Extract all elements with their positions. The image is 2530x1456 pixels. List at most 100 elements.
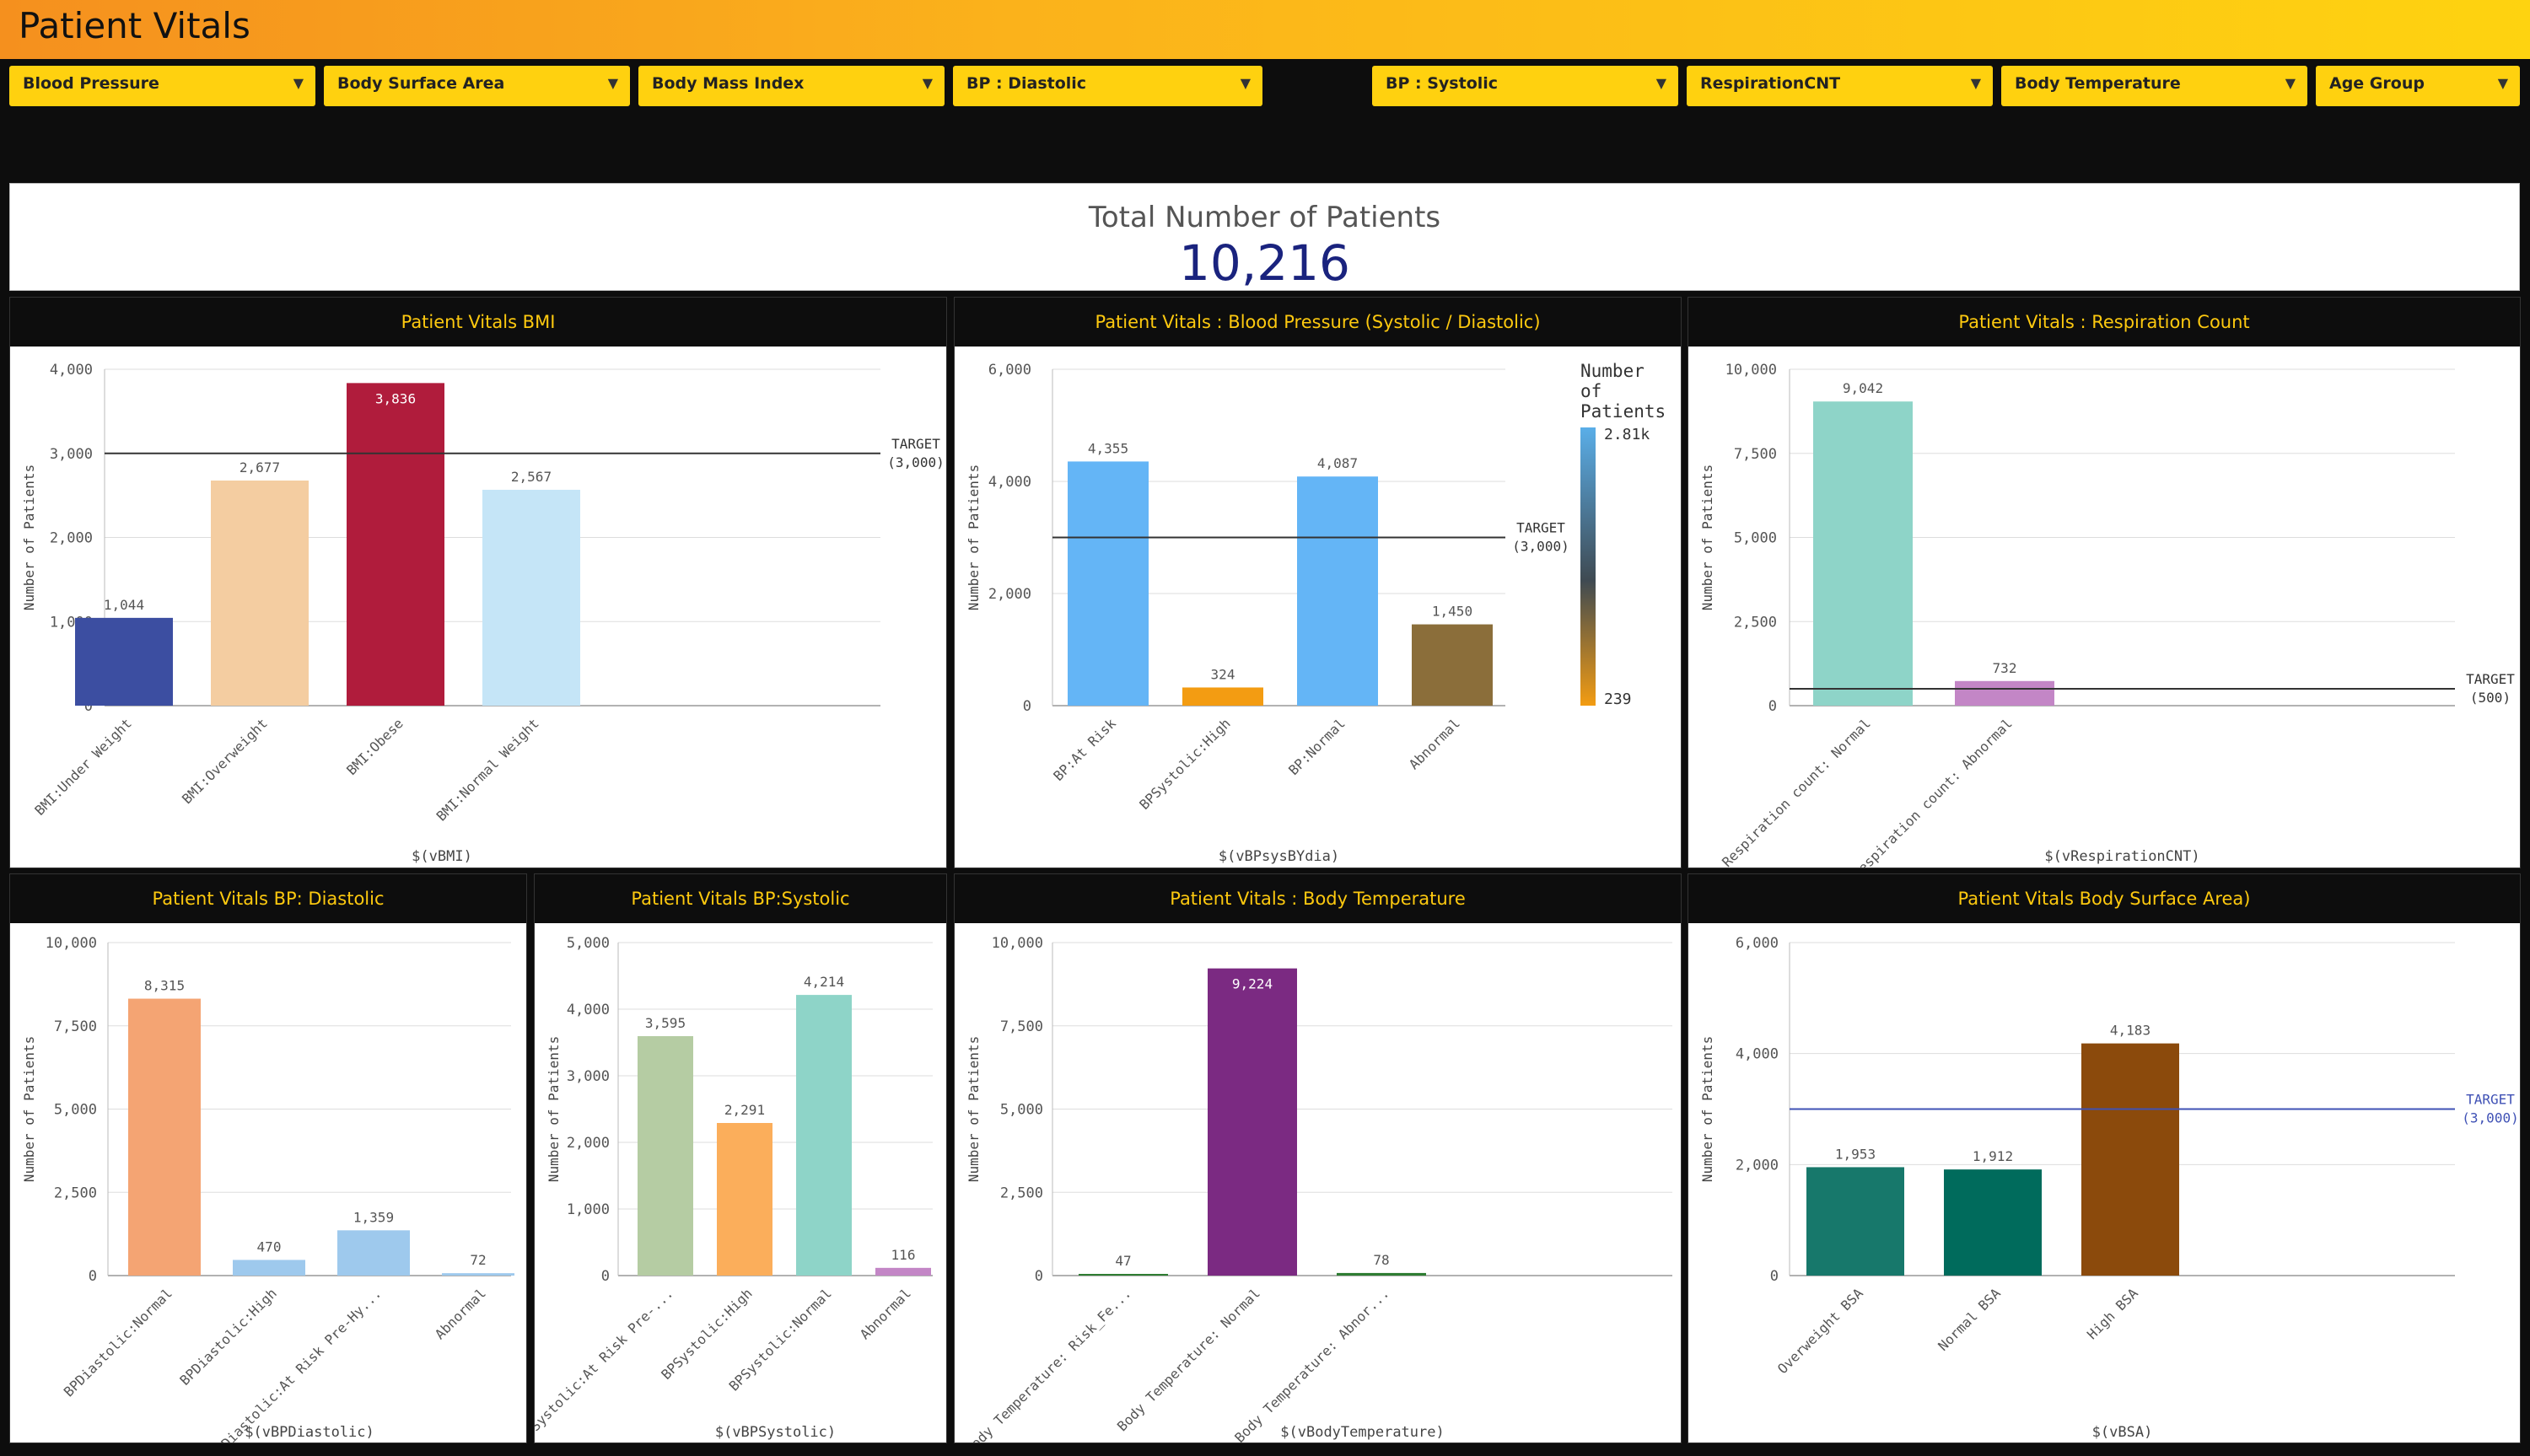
filter-label: Age Group bbox=[2329, 74, 2425, 93]
filter-age-group[interactable]: Age Group ▼ bbox=[2316, 66, 2520, 106]
data-label: 732 bbox=[1993, 660, 2017, 676]
filter-label: RespirationCNT bbox=[1700, 74, 1841, 93]
data-label: 324 bbox=[1211, 666, 1235, 682]
bar bbox=[638, 1035, 693, 1276]
bar bbox=[1944, 1169, 2042, 1276]
data-label: 3,595 bbox=[645, 1015, 686, 1031]
kpi-title: Total Number of Patients bbox=[1088, 201, 1441, 234]
x-axis-label: $(vBPDiastolic) bbox=[245, 1424, 374, 1441]
panel-title: Patient Vitals : Blood Pressure (Systoli… bbox=[955, 298, 1681, 347]
target-value-label: (3,000) bbox=[2462, 1110, 2518, 1126]
y-axis-label: Number of Patients bbox=[966, 465, 982, 610]
y-tick-label: 10,000 bbox=[1725, 362, 1777, 379]
y-tick-label: 5,000 bbox=[1734, 530, 1777, 547]
y-axis-label: Number of Patients bbox=[1699, 1036, 1715, 1182]
bar bbox=[1297, 476, 1378, 706]
y-tick-label: 6,000 bbox=[988, 362, 1031, 379]
y-tick-label: 0 bbox=[1770, 1268, 1779, 1285]
filter-bp-systolic[interactable]: BP : Systolic ▼ bbox=[1372, 66, 1678, 106]
legend-max-label: 2.81k bbox=[1604, 426, 1650, 443]
y-tick-label: 1,000 bbox=[567, 1201, 610, 1218]
kpi-value: 10,216 bbox=[1179, 234, 1350, 292]
y-tick-label: 5,000 bbox=[54, 1102, 97, 1119]
y-tick-label: 0 bbox=[601, 1268, 610, 1285]
filter-body-temperature[interactable]: Body Temperature ▼ bbox=[2001, 66, 2307, 106]
filter-bp-diastolic[interactable]: BP : Diastolic ▼ bbox=[953, 66, 1262, 106]
x-tick-label: BMI:Overweight bbox=[179, 715, 271, 807]
x-tick-label: BP:Normal bbox=[1285, 715, 1348, 778]
x-tick-label: High BSA bbox=[2084, 1285, 2141, 1342]
x-tick-label: BPSystolic:High bbox=[1136, 715, 1234, 813]
y-tick-label: 0 bbox=[1768, 698, 1777, 715]
chevron-down-icon: ▼ bbox=[293, 75, 304, 91]
y-tick-label: 2,000 bbox=[567, 1135, 610, 1152]
data-label: 2,677 bbox=[240, 459, 280, 475]
app-title: Patient Vitals bbox=[19, 5, 250, 46]
bar bbox=[796, 995, 852, 1276]
panel-title: Patient Vitals BP:Systolic bbox=[535, 874, 946, 923]
y-axis-label: Number of Patients bbox=[546, 1036, 562, 1182]
y-tick-label: 3,000 bbox=[567, 1068, 610, 1085]
panel-blood-pressure: Patient Vitals : Blood Pressure (Systoli… bbox=[954, 297, 1682, 868]
legend-title: Number bbox=[1580, 361, 1644, 381]
y-tick-label: 7,500 bbox=[1734, 446, 1777, 463]
x-tick-label: BMI:Under Weight bbox=[31, 715, 134, 818]
y-tick-label: 2,000 bbox=[988, 586, 1031, 603]
bar bbox=[211, 480, 309, 706]
panel-title: Patient Vitals BMI bbox=[10, 298, 946, 347]
bar bbox=[2081, 1043, 2179, 1276]
x-axis-label: $(vBPSystolic) bbox=[715, 1424, 836, 1441]
y-tick-label: 0 bbox=[1035, 1268, 1043, 1285]
kpi-total-patients: Total Number of Patients 10,216 bbox=[9, 183, 2520, 292]
x-tick-label: Normal BSA bbox=[1935, 1285, 2004, 1354]
bar bbox=[717, 1123, 772, 1276]
panel-title: Patient Vitals : Respiration Count bbox=[1688, 298, 2520, 347]
panel-bmi: Patient Vitals BMI 0 1,000 2,000 3,000 4,000… bbox=[9, 297, 947, 868]
filter-respiration-cnt[interactable]: RespirationCNT ▼ bbox=[1687, 66, 1993, 106]
filter-body-surface-area[interactable]: Body Surface Area ▼ bbox=[324, 66, 630, 106]
target-value-label: (3,000) bbox=[1512, 539, 1569, 555]
x-axis-label: $(vBodyTemperature) bbox=[1280, 1424, 1444, 1441]
panel-title: Patient Vitals : Body Temperature bbox=[955, 874, 1681, 923]
bar bbox=[337, 1230, 410, 1276]
bar bbox=[875, 1267, 931, 1276]
data-label: 8,315 bbox=[144, 978, 185, 994]
bar bbox=[1068, 461, 1149, 706]
data-label: 47 bbox=[1115, 1253, 1131, 1269]
panel-title: Patient Vitals Body Surface Area) bbox=[1688, 874, 2520, 923]
x-tick-label: BPDiastolic:At Risk Pre-Hy... bbox=[207, 1285, 385, 1443]
data-label: 9,042 bbox=[1843, 380, 1883, 396]
y-tick-label: 4,000 bbox=[988, 474, 1031, 491]
target-label: TARGET bbox=[2466, 1092, 2515, 1108]
y-tick-label: 5,000 bbox=[567, 935, 610, 952]
chevron-down-icon: ▼ bbox=[1240, 75, 1251, 91]
x-tick-label: BP:At Risk bbox=[1050, 715, 1119, 784]
chart-blood-pressure: 0 2,000 4,000 6,000 Number of Patients 4,355 B… bbox=[966, 361, 1666, 865]
y-tick-label: 4,000 bbox=[1736, 1046, 1779, 1063]
x-tick-label: Abnormal bbox=[1406, 715, 1463, 772]
y-tick-label: 4,000 bbox=[50, 362, 93, 379]
x-axis-label: $(vRespirationCNT) bbox=[2044, 848, 2199, 865]
y-axis-label: Number of Patients bbox=[1699, 465, 1715, 610]
chevron-down-icon: ▼ bbox=[922, 75, 933, 91]
filter-blood-pressure[interactable]: Blood Pressure ▼ bbox=[9, 66, 315, 106]
x-tick-label: Respiration count: Abnormal bbox=[1849, 715, 2015, 868]
y-tick-label: 3,000 bbox=[50, 446, 93, 463]
x-tick-label: BMI:Obese bbox=[343, 715, 406, 778]
bar bbox=[347, 383, 444, 706]
x-tick-label: BPDiastolic:High bbox=[176, 1285, 279, 1388]
filter-body-mass-index[interactable]: Body Mass Index ▼ bbox=[638, 66, 945, 106]
data-label: 1,912 bbox=[1973, 1148, 2013, 1164]
y-tick-label: 10,000 bbox=[992, 935, 1043, 952]
filter-label: Body Mass Index bbox=[652, 74, 805, 93]
chevron-down-icon: ▼ bbox=[1655, 75, 1666, 91]
data-label: 4,214 bbox=[804, 974, 844, 990]
target-label: TARGET bbox=[891, 436, 940, 452]
chart-bp-diastolic: 0 2,500 5,000 7,500 10,000 Number of Patients… bbox=[21, 935, 514, 1443]
filter-label: Body Temperature bbox=[2015, 74, 2181, 93]
y-tick-label: 2,500 bbox=[1734, 614, 1777, 631]
data-label: 470 bbox=[257, 1238, 282, 1255]
panel-respiration: Patient Vitals : Respiration Count 0 2,50… bbox=[1688, 297, 2521, 868]
bar bbox=[1412, 624, 1493, 706]
data-label: 78 bbox=[1373, 1252, 1389, 1268]
